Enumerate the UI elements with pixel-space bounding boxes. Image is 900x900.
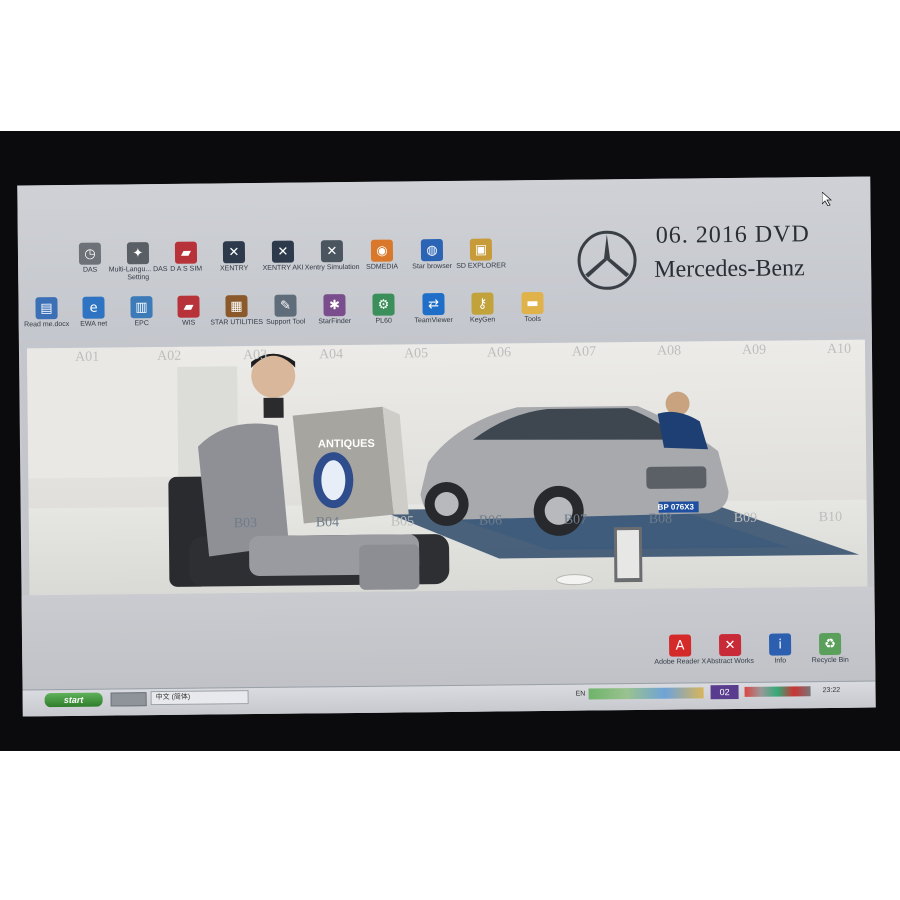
language-bar[interactable]: 中文 (简体) xyxy=(150,690,249,706)
grid-label: A10 xyxy=(826,341,852,358)
license-plate: BP 076X3 xyxy=(657,502,695,512)
input-language[interactable]: EN xyxy=(576,691,586,698)
grid-label: B06 xyxy=(478,513,503,529)
desktop-icon-label: SD EXPLORER xyxy=(456,262,507,270)
info-icon: i xyxy=(768,633,792,656)
recycle-icon: ♻ xyxy=(818,632,842,656)
abstract-icon: ✕ xyxy=(718,633,742,657)
mouse-pointer xyxy=(822,192,832,206)
grid-label: A09 xyxy=(741,342,767,358)
grid-label: A01 xyxy=(74,349,100,365)
system-clock[interactable]: 23:22 xyxy=(823,687,841,694)
desktop-icon[interactable]: ♻ Recycle Bin xyxy=(800,632,860,666)
grid-label: A02 xyxy=(156,348,182,365)
mercedes-star-logo xyxy=(577,230,637,290)
desktop-icon-label: Recycle Bin xyxy=(811,656,849,665)
media-icon: ◉ xyxy=(370,239,394,262)
grid-label: A08 xyxy=(656,343,682,359)
car-icon: ▰ xyxy=(177,295,200,318)
tray-badge[interactable]: 02 xyxy=(710,684,739,700)
finder-icon: ✱ xyxy=(323,294,346,317)
tray-status-icons xyxy=(744,686,811,697)
book-icon: ▥ xyxy=(130,296,153,319)
tray-icons xyxy=(588,687,704,700)
magazine-title: ANTIQUES xyxy=(317,437,375,451)
wallpaper-photo: A01 A02 A03 A04 A05 A06 A07 A08 A09 A10 B03 B04 B05… xyxy=(26,339,868,596)
browser-icon: e xyxy=(82,296,105,319)
key-icon: ⚷ xyxy=(471,292,494,315)
grid-label: B04 xyxy=(315,515,340,531)
grid-label: A07 xyxy=(571,344,597,360)
grid-label: B10 xyxy=(818,509,843,526)
quick-launch[interactable] xyxy=(110,692,147,707)
grid-label: B08 xyxy=(648,511,673,527)
tools-icon: ✕ xyxy=(271,240,295,263)
desktop-icon[interactable]: ▣ SD EXPLORER xyxy=(451,238,511,271)
grid-label: B07 xyxy=(563,512,588,528)
desktop-screen: ◷ DAS ✦ Multi-Langu... DAS Setting ▰ D A S SI… xyxy=(17,176,876,717)
star-icon: ✦ xyxy=(126,242,150,265)
explorer-icon: ▣ xyxy=(469,238,493,261)
grid-label: A06 xyxy=(486,345,512,361)
desktop-icon-label: Tools xyxy=(524,316,541,324)
pdf-icon: A xyxy=(668,634,692,657)
showroom-scene xyxy=(26,346,860,590)
support-icon: ✎ xyxy=(274,294,297,317)
grid-label: B05 xyxy=(390,514,415,530)
folder-icon: ▬ xyxy=(521,291,544,315)
grid-label: B03 xyxy=(233,515,258,532)
tools-icon: ✕ xyxy=(320,240,344,263)
cube-icon: ▦ xyxy=(225,295,248,318)
start-button[interactable]: start xyxy=(44,692,103,708)
globe-icon: ◍ xyxy=(420,239,444,262)
gear-icon: ⚙ xyxy=(372,293,395,316)
document-icon: ▤ xyxy=(35,297,58,320)
tools-icon: ✕ xyxy=(222,241,246,264)
teamviewer-icon: ⇄ xyxy=(422,293,445,316)
desktop-icon[interactable]: ▬ Tools xyxy=(502,291,562,325)
brand-block: 06. 2016 DVD Mercedes-Benz xyxy=(576,219,847,302)
grid-label: A04 xyxy=(318,347,344,363)
car-icon: ▰ xyxy=(174,241,198,264)
dvd-version-title: 06. 2016 DVD xyxy=(655,221,810,249)
clock-icon: ◷ xyxy=(78,242,102,265)
grid-label: A03 xyxy=(242,347,268,364)
grid-label: B09 xyxy=(733,510,758,526)
brand-name: Mercedes-Benz xyxy=(654,255,805,283)
grid-label: A05 xyxy=(403,346,429,362)
